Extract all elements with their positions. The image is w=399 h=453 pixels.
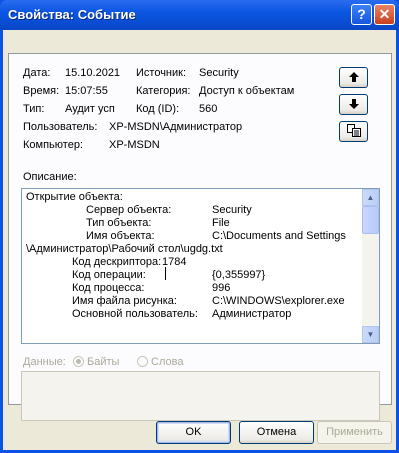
date-label: Дата: <box>23 67 51 79</box>
description-line: Основной пользователь: <box>72 308 198 320</box>
data-label: Данные: <box>23 356 66 368</box>
copy-icon <box>346 124 361 137</box>
event-properties-window: Свойства: Событие ? ✕ Дата: 15.10.2021 И… <box>0 0 399 453</box>
cancel-button[interactable]: Отмена <box>239 421 314 444</box>
description-line: Имя объекта: <box>86 230 155 242</box>
user-label: Пользователь: <box>23 121 98 133</box>
description-textbox[interactable]: Открытие объекта: Сервер объекта: Securi… <box>21 188 380 344</box>
description-line: Код дескриптора: <box>72 256 162 268</box>
scroll-up-button[interactable]: ▲ <box>362 189 379 206</box>
category-value: Доступ к объектам <box>199 85 295 97</box>
arrow-up-icon <box>348 72 359 82</box>
category-label: Категория: <box>136 85 191 97</box>
dialog-client: Дата: 15.10.2021 Источник: Security Врем… <box>3 30 396 450</box>
description-value: C:\Documents and Settings <box>212 230 346 242</box>
text-cursor <box>165 267 166 280</box>
computer-value: XP-MSDN <box>109 139 160 151</box>
date-value: 15.10.2021 <box>65 67 121 79</box>
description-value: Security <box>212 204 252 216</box>
description-line: Открытие объекта: <box>26 191 123 203</box>
computer-label: Компьютер: <box>23 139 83 151</box>
description-label: Описание: <box>23 171 77 183</box>
description-value: 996 <box>212 282 231 294</box>
type-label: Тип: <box>23 103 45 115</box>
user-value: XP-MSDN\Администратор <box>109 121 243 133</box>
bytes-radio[interactable]: Байты <box>73 356 119 368</box>
ok-button[interactable]: OK <box>156 421 231 444</box>
description-value: C:\WINDOWS\explorer.exe <box>212 295 345 307</box>
description-scrollbar[interactable]: ▲ ▼ <box>362 189 379 343</box>
type-value: Аудит усп <box>65 103 115 115</box>
arrow-down-icon <box>348 99 359 109</box>
radio-unselected-icon <box>137 356 148 367</box>
window-title: Свойства: Событие <box>8 7 136 22</box>
scroll-thumb[interactable] <box>362 206 379 234</box>
help-button[interactable]: ? <box>351 4 372 25</box>
description-line: Код операции: <box>72 269 146 281</box>
time-value: 15:07:55 <box>65 85 108 97</box>
apply-button: Применить <box>317 421 392 444</box>
source-value: Security <box>199 67 239 79</box>
description-value: File <box>212 217 230 229</box>
tab-panel-event: Дата: 15.10.2021 Источник: Security Врем… <box>8 53 392 421</box>
title-bar[interactable]: Свойства: Событие ? ✕ <box>0 0 399 30</box>
source-label: Источник: <box>136 67 187 79</box>
previous-event-button[interactable] <box>339 67 368 88</box>
description-value: Администратор <box>212 308 292 320</box>
description-line: \Администратор\Рабочий стол\ugdg.txt <box>26 243 223 255</box>
radio-selected-icon <box>73 356 84 367</box>
event-id-label: Код (ID): <box>136 103 180 115</box>
bytes-radio-label: Байты <box>87 356 120 368</box>
next-event-button[interactable] <box>339 94 368 115</box>
scroll-down-button[interactable]: ▼ <box>362 326 379 343</box>
description-value: {0,355997} <box>212 269 266 281</box>
close-button[interactable]: ✕ <box>374 4 395 25</box>
words-radio-label: Слова <box>151 356 184 368</box>
description-line: Сервер объекта: <box>86 204 172 216</box>
data-textbox <box>21 371 380 421</box>
description-line: Имя файла рисунка: <box>72 295 177 307</box>
words-radio[interactable]: Слова <box>137 356 183 368</box>
copy-to-clipboard-button[interactable] <box>339 121 368 142</box>
time-label: Время: <box>23 85 60 97</box>
description-line: Тип объекта: <box>86 217 152 229</box>
event-id-value: 560 <box>199 103 218 115</box>
description-line: Код процесса: <box>72 282 145 294</box>
